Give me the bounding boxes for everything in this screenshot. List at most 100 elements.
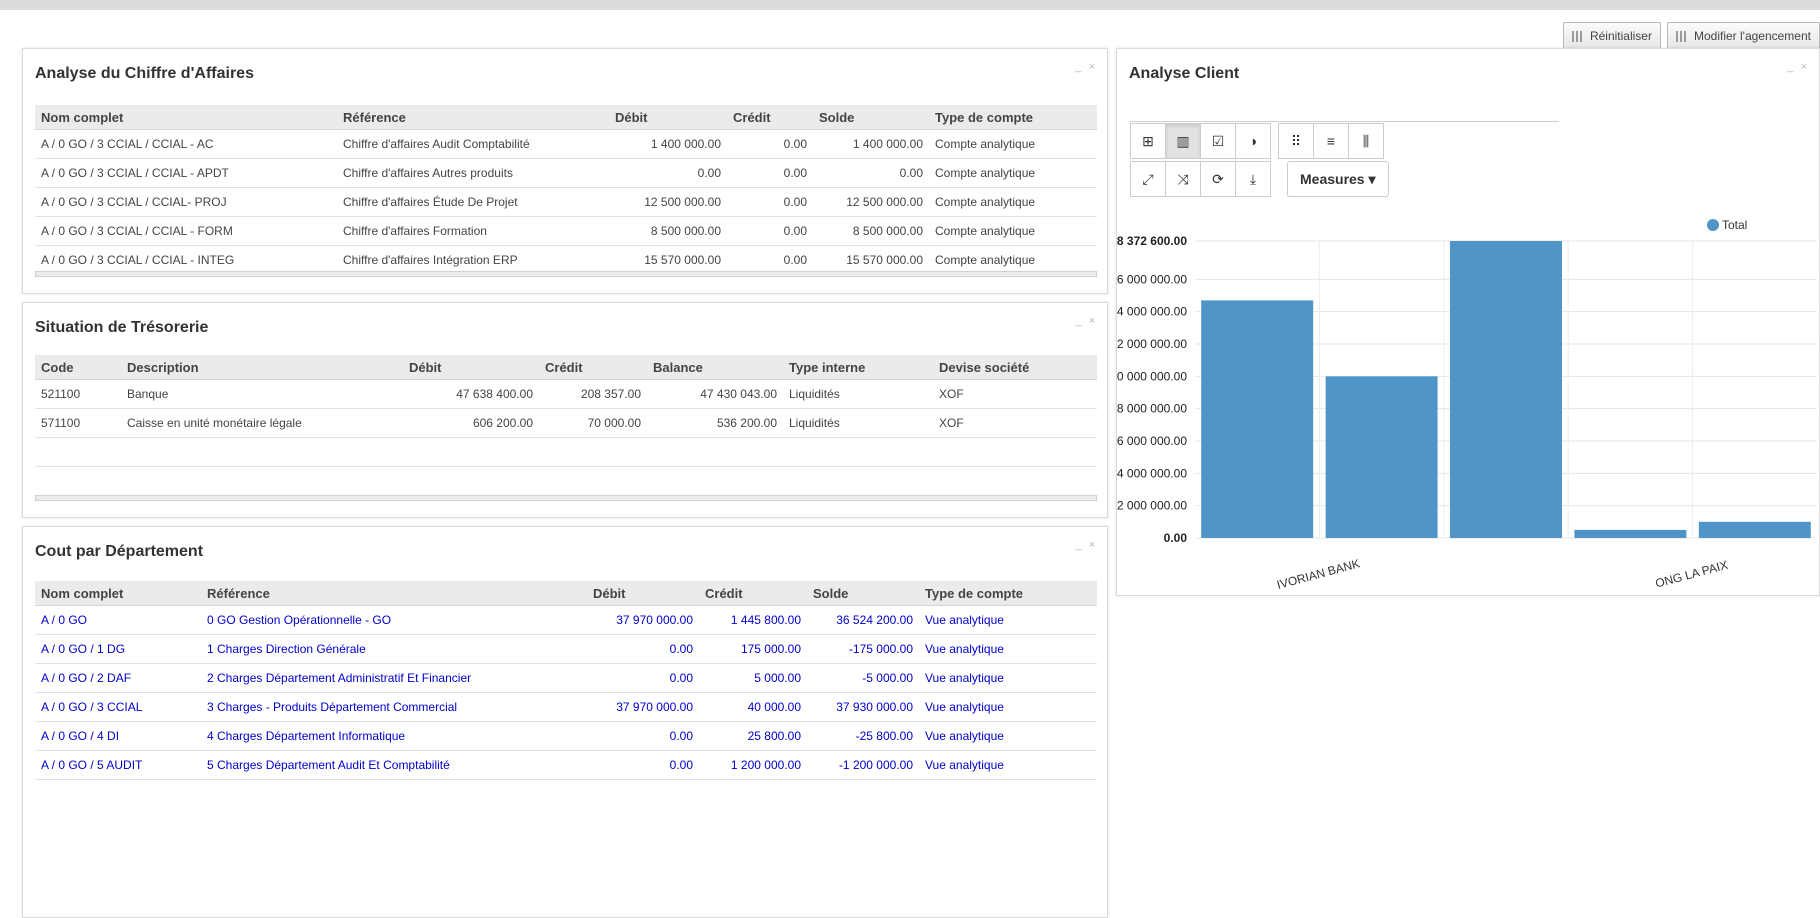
cell-debit: 0.00 [609,158,727,188]
cell-type[interactable]: Vue analytique [919,692,1097,722]
cell-balance[interactable]: 37 930 000.00 [807,692,919,722]
cell-balance: 536 200.00 [647,408,783,438]
cell-debit[interactable]: 0.00 [587,750,699,780]
grid-icon[interactable]: ⠿ [1278,123,1314,159]
column-header[interactable]: Crédit [699,581,807,606]
column-header[interactable]: Référence [337,105,609,130]
cell-debit[interactable]: 37 970 000.00 [587,692,699,722]
cell-debit[interactable]: 37 970 000.00 [587,605,699,635]
cell-type[interactable]: Vue analytique [919,605,1097,635]
bar [1698,521,1811,538]
cell-name-link[interactable]: A / 0 GO / 3 CCIAL [35,692,201,722]
cell-reference: Chiffre d'affaires Autres produits [337,158,609,188]
cell-reference-link[interactable]: 5 Charges Département Audit Et Comptabil… [201,750,587,780]
column-header[interactable]: Type de compte [919,581,1097,606]
reset-button[interactable]: Réinitialiser [1562,22,1661,50]
column-header[interactable]: Balance [647,355,783,380]
table-row[interactable]: A / 0 GO / 3 CCIAL / CCIAL - APDT Chiffr… [35,158,1097,188]
cell-debit[interactable]: 0.00 [587,634,699,664]
column-header[interactable]: Nom complet [35,105,337,130]
edit-layout-button[interactable]: Modifier l'agencement [1666,22,1820,50]
cell-reference-link[interactable]: 2 Charges Département Administratif Et F… [201,663,587,693]
list-icon[interactable]: ≡ [1313,123,1349,159]
table-row[interactable]: A / 0 GO / 3 CCIAL / CCIAL- PROJ Chiffre… [35,187,1097,217]
column-header[interactable]: Devise société [933,355,1097,380]
cell-credit[interactable]: 1 445 800.00 [699,605,807,635]
measures-dropdown[interactable]: Measures ▾ [1287,161,1389,197]
cell-name-link[interactable]: A / 0 GO / 5 AUDIT [35,750,201,780]
table-row[interactable]: A / 0 GO / 5 AUDIT 5 Charges Département… [35,750,1097,780]
table-icon[interactable]: ⊞ [1130,123,1166,159]
cell-credit: 0.00 [727,158,813,188]
revenue-panel: Analyse du Chiffre d'Affaires _ × Nom co… [22,48,1108,294]
panel-controls[interactable]: _ × [1787,61,1809,73]
column-header[interactable]: Référence [201,581,587,606]
cell-credit[interactable]: 1 200 000.00 [699,750,807,780]
cell-reference-link[interactable]: 0 GO Gestion Opérationnelle - GO [201,605,587,635]
collapse-icon[interactable]: ⤨ [1165,161,1201,197]
pie-chart-icon[interactable]: ◑ [1235,123,1271,159]
cell-type[interactable]: Vue analytique [919,634,1097,664]
cell-type[interactable]: Vue analytique [919,721,1097,751]
column-header[interactable]: Description [121,355,403,380]
cell-credit[interactable]: 40 000.00 [699,692,807,722]
cell-name-link[interactable]: A / 0 GO / 2 DAF [35,663,201,693]
column-header[interactable]: Débit [609,105,727,130]
bar-chart-icon[interactable]: ▥ [1165,123,1201,159]
table-row[interactable]: A / 0 GO / 1 DG 1 Charges Direction Géné… [35,634,1097,664]
table-row[interactable]: 521100 Banque 47 638 400.00 208 357.00 4… [35,379,1097,409]
cell-debit[interactable]: 0.00 [587,721,699,751]
column-header[interactable]: Nom complet [35,581,201,606]
horizontal-scrollbar[interactable] [35,271,1097,277]
column-header[interactable]: Débit [587,581,699,606]
column-header[interactable]: Solde [807,581,919,606]
cell-type[interactable]: Vue analytique [919,750,1097,780]
column-header[interactable]: Crédit [727,105,813,130]
table-row[interactable]: A / 0 GO / 3 CCIAL 3 Charges - Produits … [35,692,1097,722]
cell-debit[interactable]: 0.00 [587,663,699,693]
table-row[interactable]: A / 0 GO / 2 DAF 2 Charges Département A… [35,663,1097,693]
check-square-icon[interactable]: ☑ [1200,123,1236,159]
cell-balance: 12 500 000.00 [813,187,929,217]
cell-credit[interactable]: 175 000.00 [699,634,807,664]
cell-type: Compte analytique [929,216,1097,246]
columns-icon[interactable]: ⫼ [1348,123,1384,159]
table-row[interactable]: A / 0 GO 0 GO Gestion Opérationnelle - G… [35,605,1097,635]
cell-reference-link[interactable]: 1 Charges Direction Générale [201,634,587,664]
cell-name-link[interactable]: A / 0 GO [35,605,201,635]
cell-balance[interactable]: 36 524 200.00 [807,605,919,635]
table-row[interactable]: A / 0 GO / 3 CCIAL / CCIAL - FORM Chiffr… [35,216,1097,246]
cell-balance[interactable]: -1 200 000.00 [807,750,919,780]
cell-type[interactable]: Vue analytique [919,663,1097,693]
y-tick-label: 16 000 000.00 [1117,272,1187,286]
refresh-icon[interactable]: ⟳ [1200,161,1236,197]
cell-balance[interactable]: -5 000.00 [807,663,919,693]
cell-name-link[interactable]: A / 0 GO / 4 DI [35,721,201,751]
cell-balance: 47 430 043.00 [647,379,783,409]
cell-reference-link[interactable]: 4 Charges Département Informatique [201,721,587,751]
client-bar-chart: 18 372 600.00 16 000 000.00 14 000 000.00 1… [1117,218,1817,592]
column-header[interactable]: Débit [403,355,539,380]
panel-controls[interactable]: _ × [1075,315,1097,327]
panel-controls[interactable]: _ × [1075,539,1097,551]
download-icon[interactable]: ⤓ [1235,161,1271,197]
cell-credit[interactable]: 25 800.00 [699,721,807,751]
column-header[interactable]: Solde [813,105,929,130]
cell-credit[interactable]: 5 000.00 [699,663,807,693]
table-row[interactable]: 571100 Caisse en unité monétaire légale … [35,408,1097,438]
cell-balance[interactable]: -25 800.00 [807,721,919,751]
panel-controls[interactable]: _ × [1075,61,1097,73]
cell-name-link[interactable]: A / 0 GO / 1 DG [35,634,201,664]
expand-icon[interactable]: ⤢ [1130,161,1166,197]
table-row[interactable]: A / 0 GO / 4 DI 4 Charges Département In… [35,721,1097,751]
y-tick-label: 18 372 600.00 [1117,234,1187,248]
column-header[interactable]: Crédit [539,355,647,380]
column-header[interactable]: Type de compte [929,105,1097,130]
cell-balance[interactable]: -175 000.00 [807,634,919,664]
cell-debit: 1 400 000.00 [609,129,727,159]
table-row[interactable]: A / 0 GO / 3 CCIAL / CCIAL - AC Chiffre … [35,129,1097,159]
column-header[interactable]: Code [35,355,121,380]
column-header[interactable]: Type interne [783,355,933,380]
cell-reference-link[interactable]: 3 Charges - Produits Département Commerc… [201,692,587,722]
horizontal-scrollbar[interactable] [35,495,1097,501]
